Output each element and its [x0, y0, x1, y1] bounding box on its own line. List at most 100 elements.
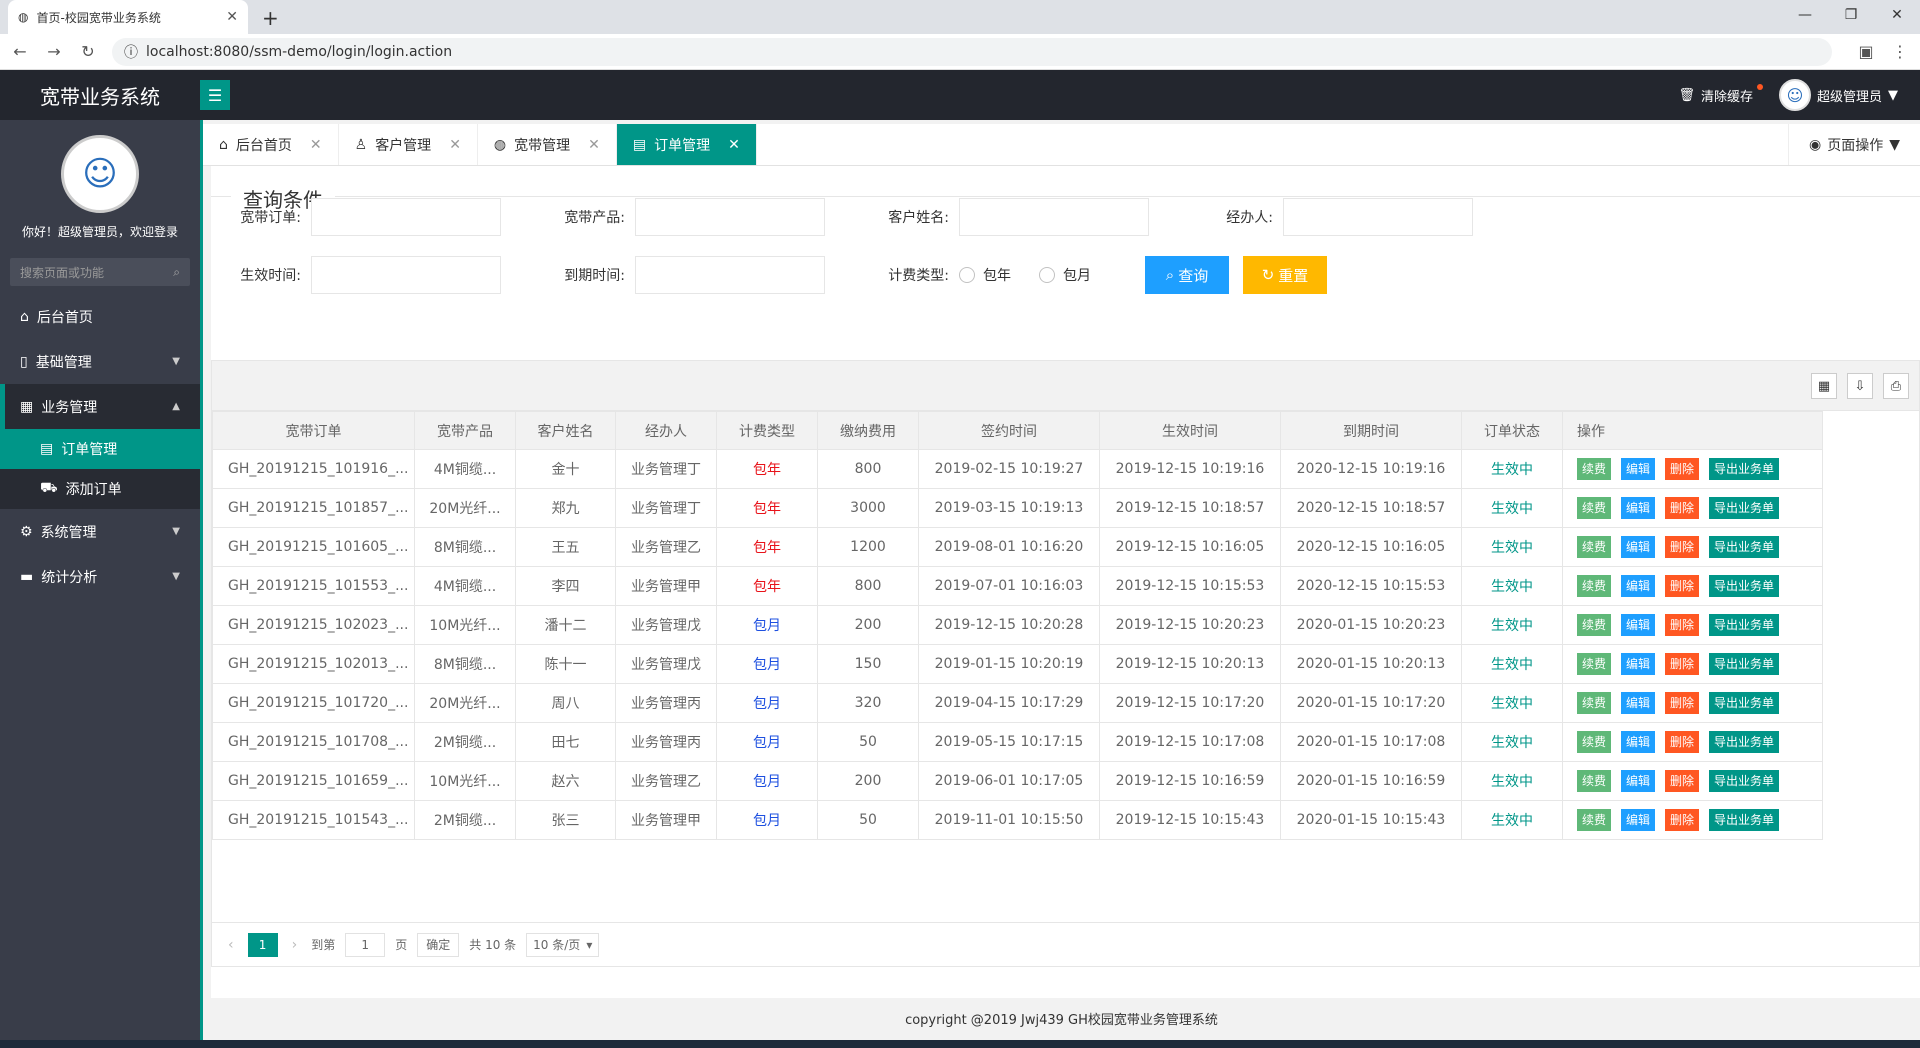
clear-cache-button[interactable]: 🗑 清除缓存: [1678, 83, 1763, 105]
prev-page-icon[interactable]: ‹: [224, 937, 238, 953]
globe-icon: ◍: [493, 136, 507, 153]
menu-toggle-icon[interactable]: ☰: [200, 80, 230, 110]
edit-button[interactable]: 编辑: [1621, 809, 1656, 831]
sidebar-subitem-orders[interactable]: ▤ 订单管理: [0, 429, 200, 469]
tab-home[interactable]: ⌂ 后台首页 ✕: [203, 124, 339, 165]
close-window-icon[interactable]: ✕: [1874, 0, 1920, 30]
billing-monthly-radio[interactable]: 包月: [1039, 265, 1091, 285]
export-icon[interactable]: ⇩: [1847, 373, 1873, 399]
close-icon[interactable]: ✕: [310, 137, 322, 153]
export-order-button[interactable]: 导出业务单: [1709, 809, 1780, 831]
export-order-button[interactable]: 导出业务单: [1709, 692, 1780, 714]
delete-button[interactable]: 删除: [1665, 809, 1700, 831]
agent-input[interactable]: [1283, 198, 1473, 236]
renew-button[interactable]: 续费: [1577, 731, 1612, 753]
trash-icon: 🗑: [1678, 87, 1695, 103]
table-row: GH_20191215_102013_... 8M铜缆... 陈十一 业务管理戊 包月 1…: [212, 644, 1823, 684]
edit-button[interactable]: 编辑: [1621, 458, 1656, 480]
export-order-button[interactable]: 导出业务单: [1709, 575, 1780, 597]
edit-button[interactable]: 编辑: [1621, 770, 1656, 792]
sidebar-item-home[interactable]: ⌂ 后台首页: [0, 294, 200, 339]
order-input[interactable]: [311, 198, 501, 236]
sidebar-item-basic[interactable]: ▯ 基础管理 ▼: [0, 339, 200, 384]
close-icon[interactable]: ✕: [588, 137, 600, 153]
delete-button[interactable]: 删除: [1665, 614, 1700, 636]
export-order-button[interactable]: 导出业务单: [1709, 536, 1780, 558]
export-order-button[interactable]: 导出业务单: [1709, 614, 1780, 636]
edit-button[interactable]: 编辑: [1621, 614, 1656, 636]
renew-button[interactable]: 续费: [1577, 692, 1612, 714]
delete-button[interactable]: 删除: [1665, 692, 1700, 714]
tab-broadband[interactable]: ◍ 宽带管理 ✕: [478, 124, 617, 165]
sidebar-item-business[interactable]: ▦ 业务管理 ▲: [0, 384, 200, 429]
renew-button[interactable]: 续费: [1577, 497, 1612, 519]
delete-button[interactable]: 删除: [1665, 536, 1700, 558]
renew-button[interactable]: 续费: [1577, 770, 1612, 792]
edit-button[interactable]: 编辑: [1621, 653, 1656, 675]
sidebar-subitem-add-order[interactable]: ⛟ 添加订单: [0, 469, 200, 509]
delete-button[interactable]: 删除: [1665, 770, 1700, 792]
confirm-button[interactable]: 确定: [417, 932, 460, 957]
delete-button[interactable]: 删除: [1665, 497, 1700, 519]
restore-icon[interactable]: ❐: [1828, 0, 1874, 30]
profile-icon[interactable]: ▣: [1856, 42, 1876, 61]
forward-icon[interactable]: →: [44, 42, 64, 61]
reload-icon[interactable]: ↻: [78, 42, 98, 61]
renew-button[interactable]: 续费: [1577, 458, 1612, 480]
export-order-button[interactable]: 导出业务单: [1709, 770, 1780, 792]
next-page-icon[interactable]: ›: [288, 937, 302, 953]
edit-button[interactable]: 编辑: [1621, 497, 1656, 519]
table-cell: 包月: [716, 644, 818, 684]
table-cell: 2019-12-15 10:17:20: [1099, 683, 1281, 723]
export-order-button[interactable]: 导出业务单: [1709, 458, 1780, 480]
page-unit: 页: [395, 938, 408, 952]
per-page-select[interactable]: 10 条/页 ▾: [526, 932, 600, 957]
minimize-icon[interactable]: —: [1782, 0, 1828, 30]
reset-button[interactable]: ↻ 重置: [1243, 256, 1327, 294]
customer-input[interactable]: [959, 198, 1149, 236]
export-order-button[interactable]: 导出业务单: [1709, 497, 1780, 519]
delete-button[interactable]: 删除: [1665, 458, 1700, 480]
renew-button[interactable]: 续费: [1577, 809, 1612, 831]
renew-button[interactable]: 续费: [1577, 536, 1612, 558]
new-tab-icon[interactable]: +: [262, 6, 279, 30]
tab-orders[interactable]: ▤ 订单管理 ✕: [616, 124, 757, 165]
sidebar-search-input[interactable]: 搜索页面或功能 ⌕: [10, 258, 190, 286]
edit-button[interactable]: 编辑: [1621, 731, 1656, 753]
address-bar[interactable]: ⓘ localhost:8080/ssm-demo/login/login.ac…: [112, 37, 1832, 66]
end-input[interactable]: [635, 256, 825, 294]
more-icon[interactable]: ⋮: [1890, 42, 1910, 61]
notification-dot: [1756, 83, 1763, 90]
app-logo: 宽带业务系统: [40, 84, 160, 109]
renew-button[interactable]: 续费: [1577, 575, 1612, 597]
query-button[interactable]: ⌕ 查询: [1145, 256, 1229, 294]
tab-customers[interactable]: ♙ 客户管理 ✕: [339, 124, 478, 165]
billing-yearly-radio[interactable]: 包年: [959, 265, 1011, 285]
renew-button[interactable]: 续费: [1577, 614, 1612, 636]
delete-button[interactable]: 删除: [1665, 575, 1700, 597]
edit-button[interactable]: 编辑: [1621, 536, 1656, 558]
delete-button[interactable]: 删除: [1665, 731, 1700, 753]
export-order-button[interactable]: 导出业务单: [1709, 653, 1780, 675]
sidebar-item-stats[interactable]: ▬ 统计分析 ▼: [0, 554, 200, 599]
goto-page-input[interactable]: 1: [345, 932, 386, 957]
edit-button[interactable]: 编辑: [1621, 692, 1656, 714]
columns-icon[interactable]: ▦: [1811, 373, 1837, 399]
renew-button[interactable]: 续费: [1577, 653, 1612, 675]
back-icon[interactable]: ←: [10, 42, 30, 61]
table-cell: 2019-12-15 10:20:28: [918, 605, 1100, 645]
close-icon[interactable]: ✕: [728, 137, 740, 153]
close-icon[interactable]: ✕: [449, 137, 461, 153]
user-menu[interactable]: ☺ 超级管理员 ▼: [1778, 79, 1898, 111]
export-order-button[interactable]: 导出业务单: [1709, 731, 1780, 753]
product-input[interactable]: [635, 198, 825, 236]
start-input[interactable]: [311, 256, 501, 294]
edit-button[interactable]: 编辑: [1621, 575, 1656, 597]
browser-tab[interactable]: ◍ 首页-校园宽带业务系统 ✕: [8, 0, 248, 34]
delete-button[interactable]: 删除: [1665, 653, 1700, 675]
print-icon[interactable]: ⎙: [1883, 373, 1909, 399]
current-page[interactable]: 1: [247, 932, 278, 957]
page-ops-button[interactable]: ◉ 页面操作 ▼: [1788, 124, 1920, 165]
sidebar-item-system[interactable]: ⚙ 系统管理 ▼: [0, 509, 200, 554]
close-icon[interactable]: ✕: [226, 9, 238, 25]
